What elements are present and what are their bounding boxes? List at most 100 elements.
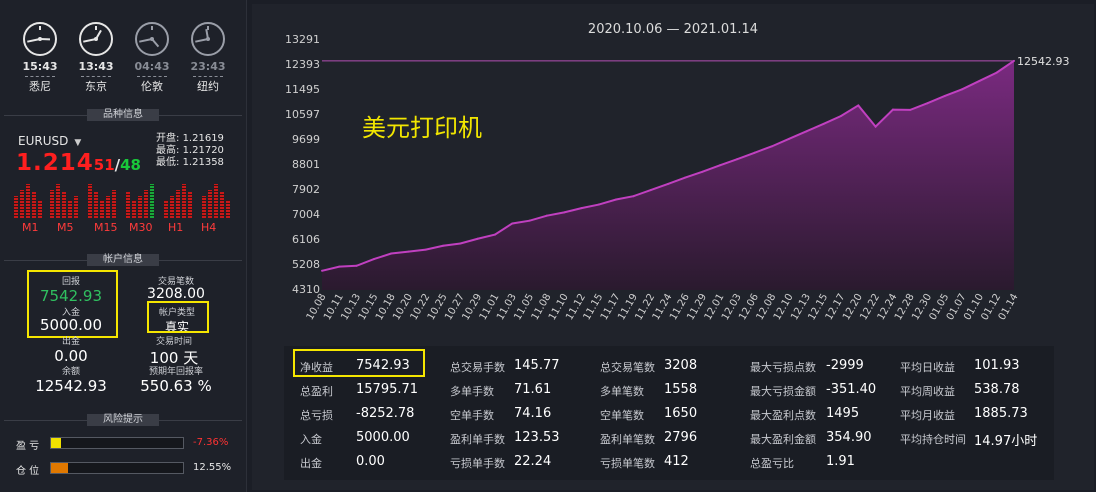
high-label: 最高: [156, 145, 180, 156]
stat-label: 平均持仓时间 [900, 433, 966, 446]
signal-bar [188, 192, 192, 218]
signal-bar [50, 190, 54, 218]
timeframe-m30[interactable]: M30 [129, 221, 153, 234]
data-point [961, 88, 964, 91]
annual-label: 预期年回报率 [148, 367, 203, 377]
balance-block: 余额 12542.93 [28, 364, 114, 395]
stat-label: 最大盈利金额 [750, 433, 816, 446]
clock-city: 东京 [85, 80, 107, 93]
withdraw-label: 出金 [61, 337, 80, 347]
signal-bar [56, 184, 60, 218]
stat-value: 74.16 [514, 406, 552, 421]
timeframe-signal-bars [14, 184, 230, 218]
stat-value: 1885.73 [974, 406, 1028, 421]
stat-label: 最大亏损金额 [750, 385, 816, 398]
signal-bar [126, 192, 130, 218]
data-point [476, 237, 479, 240]
data-point [840, 115, 842, 118]
stat-value: 3208 [664, 358, 698, 373]
position-bar-fill [51, 463, 68, 473]
open-label: 开盘: [156, 133, 180, 144]
clock-time: 23:43 [190, 60, 226, 73]
signal-bar [144, 190, 148, 218]
stat-value: 145.77 [514, 358, 560, 373]
timeframe-m15[interactable]: M15 [94, 221, 118, 234]
stat-value: 0.00 [356, 454, 385, 469]
timeframe-m5[interactable]: M5 [57, 221, 74, 234]
data-point [597, 203, 600, 206]
stat-value: 1558 [664, 382, 698, 397]
price-ask-pips: 48 [120, 156, 141, 174]
stat-value: 7542.93 [356, 358, 410, 373]
data-point [1013, 59, 1015, 62]
data-point [338, 265, 341, 268]
stat-label: 平均日收益 [900, 361, 955, 374]
timeframe-h4[interactable]: H4 [201, 221, 216, 234]
highlight-box [147, 301, 209, 333]
stat-value: 15795.71 [356, 382, 419, 397]
clock-icon [23, 22, 57, 56]
stat-value: -8252.78 [356, 406, 415, 421]
signal-bar [132, 200, 136, 218]
data-point [545, 214, 548, 217]
symbol-name: EURUSD [18, 134, 69, 148]
stat-label: 总盈亏比 [750, 457, 794, 470]
price-main: 1.214 [16, 150, 94, 176]
stat-label: 盈利单手数 [450, 433, 505, 446]
stat-label: 空单笔数 [600, 409, 644, 422]
chevron-down-icon: ▼ [74, 138, 82, 148]
stat-value: 1495 [826, 406, 860, 421]
timeframe-bar-group [164, 184, 192, 218]
clock-tokyo: 13:43 东京 [74, 22, 118, 94]
data-point [788, 137, 791, 140]
stat-value: 101.93 [974, 358, 1020, 373]
withdraw-block: 出金 0.00 [28, 334, 114, 365]
stat-label: 亏损单笔数 [600, 457, 655, 470]
withdraw-value: 0.00 [54, 347, 88, 365]
data-point [736, 158, 739, 161]
timeframe-bar-group [14, 184, 42, 218]
signal-bar [208, 190, 212, 218]
stats-table: 净收益 7542.93 总盈利 15795.71 总亏损 -8252.78 入金 5000.0… [284, 346, 1054, 480]
clock-icon [135, 22, 169, 56]
signal-bar [220, 192, 224, 218]
stat-label: 盈利单笔数 [600, 433, 655, 446]
timeframe-bar-group [202, 184, 230, 218]
data-point [615, 198, 618, 201]
pnl-label: 盈 亏 [16, 441, 40, 452]
equity-area [322, 60, 1014, 290]
signal-bar [176, 190, 180, 218]
clock-time: 15:43 [22, 60, 58, 73]
timeframe-bar-group [50, 184, 78, 218]
data-point [355, 264, 358, 267]
chart-panel: 2020.10.06 — 2021.01.14 13291 12393 11495 1… [252, 4, 1094, 490]
stat-label: 平均周收益 [900, 385, 955, 398]
stat-label: 入金 [300, 433, 322, 446]
stat-label: 最大盈利点数 [750, 409, 816, 422]
clock-time: 04:43 [134, 60, 170, 73]
pnl-percent: -7.36% [193, 437, 229, 448]
signal-bar [138, 196, 142, 218]
stat-value: 123.53 [514, 430, 560, 445]
low-label: 最低: [156, 157, 180, 168]
balance-label: 余额 [61, 367, 80, 377]
clock-icon [79, 22, 113, 56]
clock-sydney: 15:43 悉尼 [18, 22, 62, 94]
section-header-account: 帐户信息 [4, 254, 242, 266]
clock-newyork: 23:43 纽约 [186, 22, 230, 94]
signal-bar [182, 184, 186, 218]
position-percent: 12.55% [193, 462, 232, 473]
signal-bar [14, 196, 18, 218]
signal-bar [94, 192, 98, 218]
symbol-selector[interactable]: EURUSD ▼ [18, 134, 81, 148]
timeframe-m1[interactable]: M1 [22, 221, 39, 234]
data-point [909, 108, 912, 111]
timeframe-h1[interactable]: H1 [168, 221, 183, 234]
data-point [321, 269, 323, 272]
data-point [632, 195, 635, 198]
overlay-caption: 美元打印机 [362, 114, 482, 142]
signal-bar [100, 200, 104, 218]
data-point [407, 250, 410, 253]
world-clocks: 15:43 悉尼 13:43 东京 04:43 伦敦 23:43 纽约 [18, 22, 233, 102]
data-point [857, 104, 860, 107]
